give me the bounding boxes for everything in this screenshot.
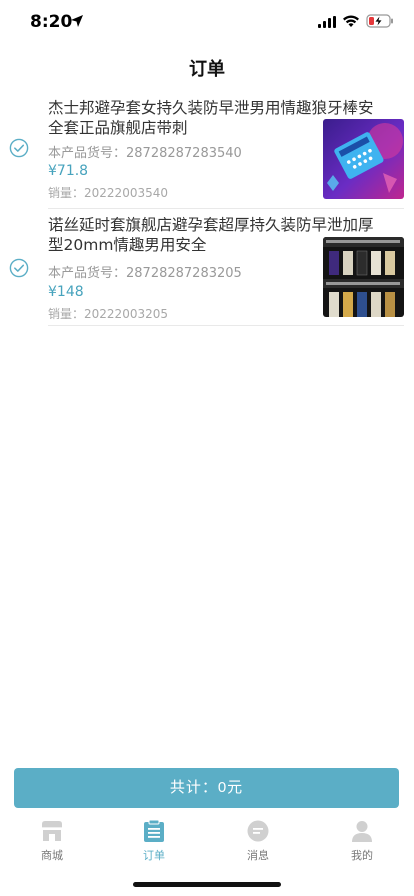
- tab-label: 我的: [351, 849, 373, 862]
- sku-label: 本产品货号：: [48, 266, 127, 281]
- check-circle-icon[interactable]: [9, 258, 29, 278]
- tab-orders[interactable]: 订单: [114, 815, 194, 863]
- product-sales: 销量：20222003540: [48, 184, 168, 201]
- product-price: ¥71.8: [48, 163, 89, 179]
- tab-profile[interactable]: 我的: [322, 815, 402, 863]
- sales-label: 销量：: [48, 186, 85, 200]
- location-arrow-icon: [71, 15, 83, 27]
- tab-label: 订单: [143, 849, 165, 862]
- cellular-signal-icon: [318, 16, 336, 28]
- tab-store[interactable]: 商城: [12, 815, 92, 863]
- tab-messages[interactable]: 消息: [218, 815, 298, 863]
- sku-label: 本产品货号：: [48, 146, 127, 161]
- home-indicator: [133, 882, 281, 887]
- tab-label: 消息: [247, 849, 269, 862]
- sku-value: 28728287283540: [126, 146, 242, 161]
- total-button[interactable]: 共计：0元: [14, 768, 399, 808]
- order-list: 杰士邦避孕套女持久装防早泄男用情趣狼牙棒安全套正品旗舰店带刺 本产品货号：287…: [0, 92, 414, 326]
- product-sales: 销量：20222003205: [48, 305, 168, 322]
- tab-label: 商城: [41, 849, 63, 862]
- wifi-icon: [343, 15, 359, 27]
- tab-bar: 商城 订单 消息 我的: [0, 815, 414, 867]
- battery-charging-icon: [366, 14, 393, 28]
- product-price: ¥148: [48, 284, 84, 300]
- product-thumbnail-image[interactable]: [323, 237, 404, 317]
- product-sku: 本产品货号：28728287283205: [48, 262, 242, 281]
- message-icon: [247, 820, 269, 842]
- order-item[interactable]: 诺丝延时套旗舰店避孕套超厚持久装防早泄加厚型20mm情趣男用安全 本产品货号：2…: [0, 209, 414, 326]
- sku-value: 28728287283205: [126, 266, 242, 281]
- sales-value: 20222003205: [84, 307, 168, 321]
- sales-label: 销量：: [48, 307, 85, 321]
- page-title: 订单: [189, 59, 225, 80]
- status-bar: 8:20: [0, 0, 414, 44]
- product-thumbnail-image[interactable]: [323, 119, 404, 199]
- status-time: 8:20: [30, 12, 73, 32]
- product-sku: 本产品货号：28728287283540: [48, 142, 242, 161]
- store-icon: [42, 821, 62, 841]
- check-circle-icon[interactable]: [9, 138, 29, 158]
- order-item[interactable]: 杰士邦避孕套女持久装防早泄男用情趣狼牙棒安全套正品旗舰店带刺 本产品货号：287…: [0, 92, 414, 209]
- sales-value: 20222003540: [84, 186, 168, 200]
- divider: [48, 325, 404, 326]
- user-icon: [352, 821, 372, 842]
- order-list-icon: [144, 819, 164, 842]
